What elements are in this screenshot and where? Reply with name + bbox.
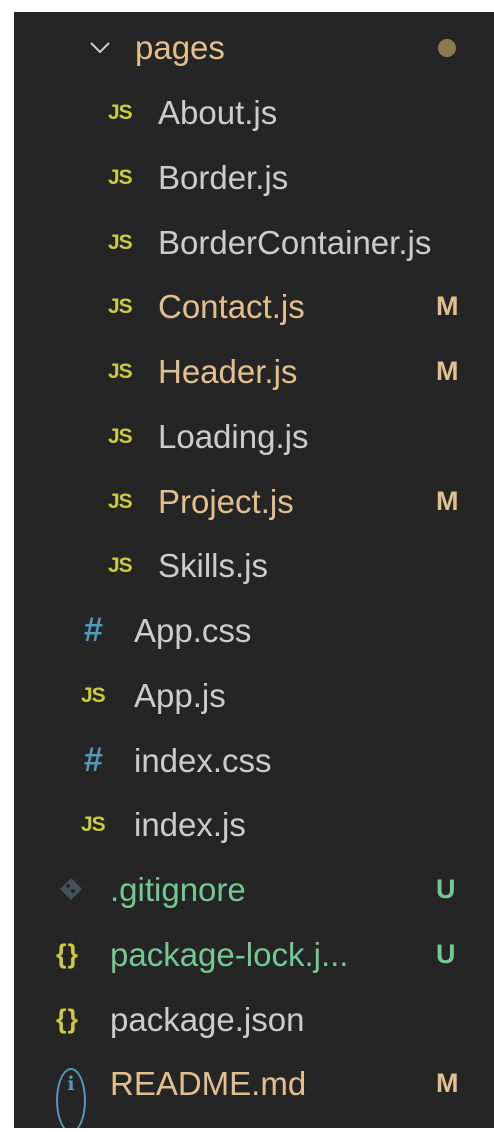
folder-pages[interactable]: pages: [14, 15, 494, 80]
file-item[interactable]: {} package-lock.j... U: [14, 922, 494, 987]
file-item[interactable]: JS Project.js M: [14, 469, 494, 534]
javascript-icon: JS: [108, 425, 133, 448]
file-name: Contact.js: [158, 288, 305, 325]
json-icon: {}: [56, 939, 80, 969]
file-name: Header.js: [158, 353, 298, 390]
javascript-icon: JS: [108, 101, 133, 124]
file-item[interactable]: JS Border.js: [14, 145, 494, 210]
file-name: About.js: [158, 94, 278, 131]
file-item[interactable]: JS Header.js M: [14, 339, 494, 404]
file-name: Loading.js: [158, 418, 309, 455]
file-name: index.js: [134, 806, 246, 843]
file-item[interactable]: i README.md M: [14, 1051, 494, 1128]
git-status-badge: M: [436, 1068, 459, 1098]
file-name: App.js: [134, 677, 226, 714]
file-item[interactable]: # index.css: [14, 728, 494, 793]
json-icon: {}: [56, 1004, 80, 1034]
git-status-badge: M: [436, 486, 459, 516]
file-name: .gitignore: [110, 871, 246, 908]
javascript-icon: JS: [108, 360, 133, 383]
javascript-icon: JS: [108, 554, 133, 577]
javascript-icon: JS: [108, 166, 133, 189]
git-status-badge: U: [436, 939, 456, 969]
modified-dot-badge: [438, 39, 456, 57]
javascript-icon: JS: [108, 295, 133, 318]
javascript-icon: JS: [108, 490, 133, 513]
git-status-badge: M: [436, 291, 459, 321]
file-name: Project.js: [158, 483, 294, 520]
git-icon: [60, 878, 82, 900]
file-item[interactable]: {} package.json: [14, 987, 494, 1052]
file-name: Skills.js: [158, 547, 269, 584]
javascript-icon: JS: [108, 231, 133, 254]
file-name: package-lock.j...: [110, 936, 349, 973]
chevron-down-icon[interactable]: [88, 35, 112, 59]
file-item[interactable]: JS Skills.js: [14, 533, 494, 598]
css-icon: #: [84, 741, 103, 779]
file-item[interactable]: .gitignore U: [14, 857, 494, 922]
file-name: package.json: [110, 1001, 305, 1038]
javascript-icon: JS: [81, 813, 106, 836]
file-name: index.css: [134, 742, 272, 779]
file-item[interactable]: JS App.js: [14, 663, 494, 728]
file-item[interactable]: JS Contact.js M: [14, 274, 494, 339]
file-name: App.css: [134, 612, 252, 649]
file-explorer: pages JS About.js JS Border.js JS BorderConta…: [14, 12, 494, 1128]
file-item[interactable]: JS Loading.js: [14, 404, 494, 469]
file-name: BorderContainer.js: [158, 224, 432, 261]
folder-name: pages: [135, 29, 225, 66]
file-item[interactable]: JS BorderContainer.js: [14, 210, 494, 275]
file-item[interactable]: JS About.js: [14, 80, 494, 145]
css-icon: #: [84, 611, 103, 649]
file-item[interactable]: JS index.js: [14, 792, 494, 857]
git-status-badge: U: [436, 874, 456, 904]
file-name: Border.js: [158, 159, 289, 196]
file-name: README.md: [110, 1065, 307, 1102]
file-item[interactable]: # App.css: [14, 598, 494, 663]
git-status-badge: M: [436, 356, 459, 386]
info-icon: i: [56, 1068, 86, 1128]
javascript-icon: JS: [81, 684, 106, 707]
